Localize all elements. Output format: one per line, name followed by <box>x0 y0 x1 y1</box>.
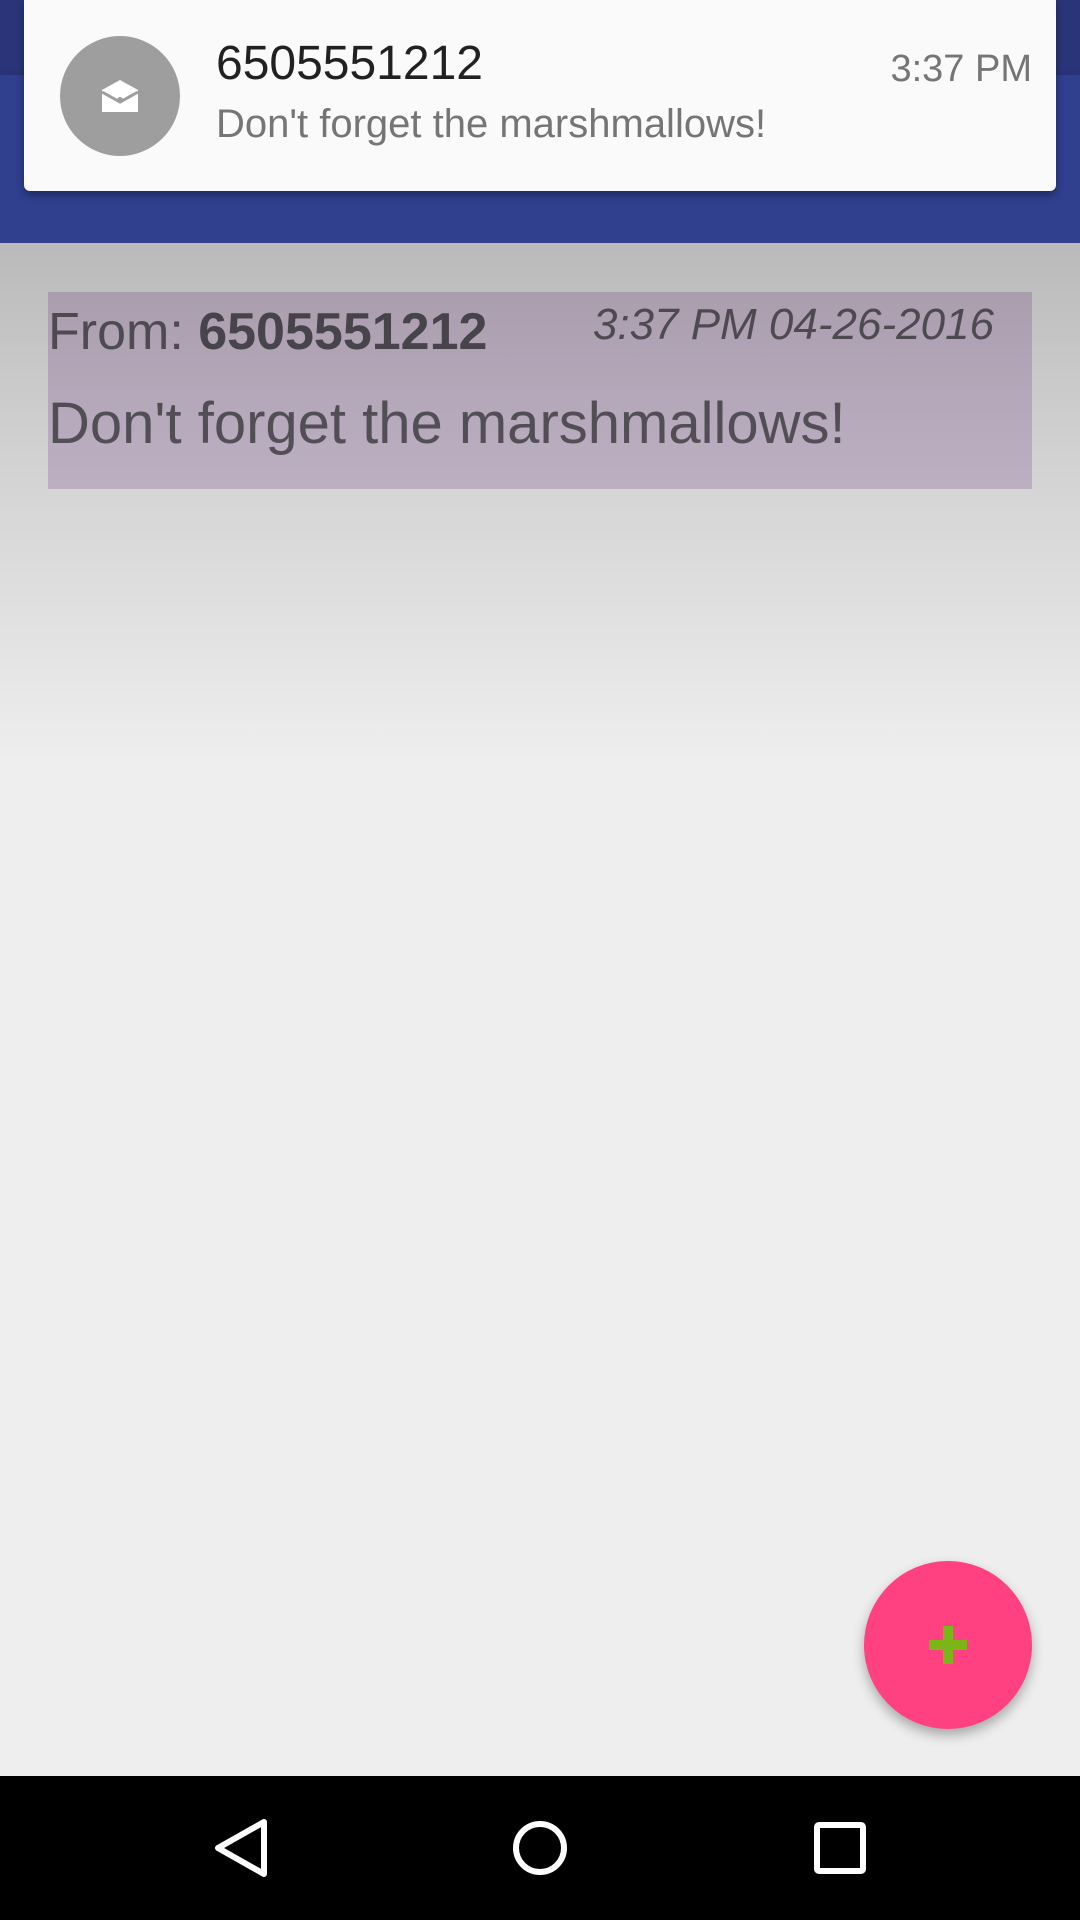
back-triangle-icon <box>215 1819 267 1877</box>
back-button[interactable] <box>192 1800 288 1896</box>
plus-icon <box>929 1626 967 1664</box>
message-item[interactable]: From: 6505551212 3:37 PM 04-26-2016 Don'… <box>48 292 1032 489</box>
screen: From: 6505551212 3:37 PM 04-26-2016 Don'… <box>0 0 1080 1920</box>
home-button[interactable] <box>492 1800 588 1896</box>
message-body: Don't forget the marshmallows! <box>48 391 846 456</box>
message-sender: From: 6505551212 <box>48 302 487 362</box>
notification-app-icon <box>60 36 180 156</box>
from-label: From: <box>48 303 199 361</box>
navigation-bar <box>0 1776 1080 1920</box>
message-timestamp: 3:37 PM 04-26-2016 <box>592 300 994 349</box>
notification-title: 6505551212 <box>216 37 483 90</box>
recents-button[interactable] <box>792 1800 888 1896</box>
home-circle-icon <box>513 1821 567 1875</box>
envelope-open-icon <box>101 80 139 112</box>
heads-up-notification[interactable]: 6505551212 Don't forget the marshmallows… <box>24 0 1056 191</box>
sender-number: 6505551212 <box>198 303 488 361</box>
notification-text: Don't forget the marshmallows! <box>216 102 767 146</box>
add-fab-button[interactable] <box>864 1561 1032 1729</box>
recents-square-icon <box>814 1822 866 1874</box>
notification-time: 3:37 PM <box>890 48 1032 90</box>
